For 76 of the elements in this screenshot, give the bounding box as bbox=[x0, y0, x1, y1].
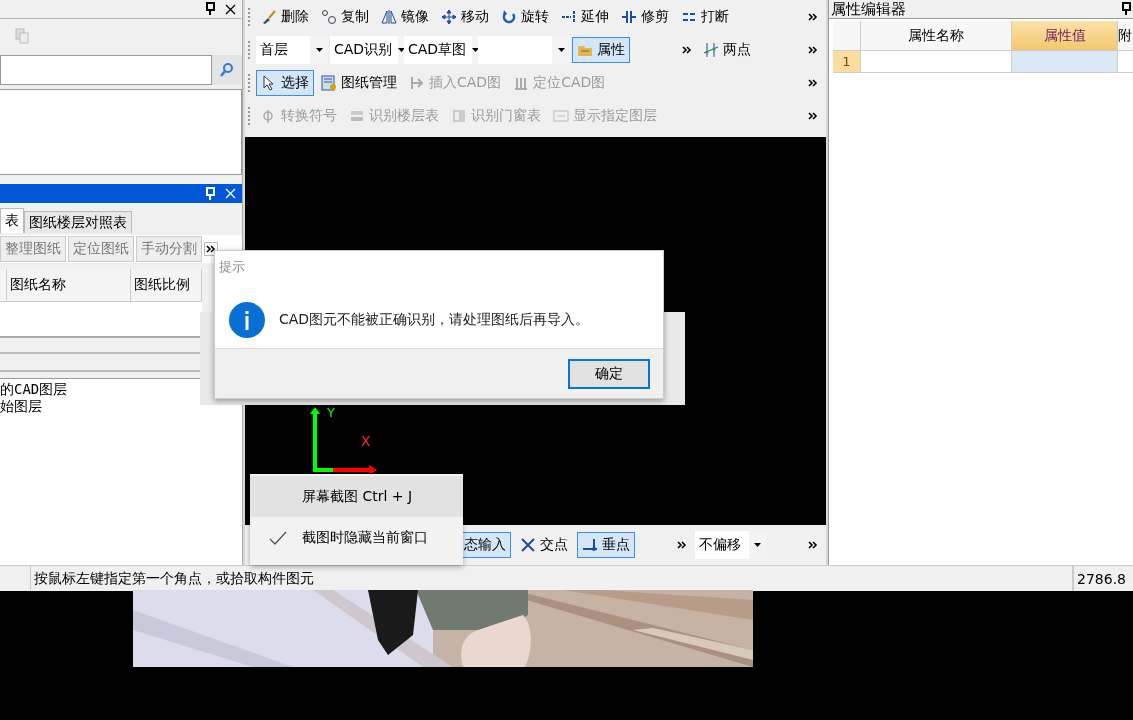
search-field[interactable] bbox=[0, 55, 212, 85]
insert-icon bbox=[409, 74, 425, 91]
dropdown[interactable]: CAD识别 bbox=[330, 35, 402, 64]
toolbar-button[interactable]: 垂点 bbox=[577, 532, 635, 559]
overflow-icon bbox=[808, 77, 818, 88]
layer-item[interactable]: 始图层 bbox=[0, 398, 242, 415]
toolbar-button[interactable]: 交点 bbox=[515, 532, 573, 559]
extend-icon bbox=[561, 8, 577, 25]
search-button[interactable] bbox=[212, 55, 242, 85]
toolbar-button[interactable]: 移动 bbox=[436, 3, 494, 30]
ok-button[interactable]: 确定 bbox=[568, 358, 650, 389]
toolbar-button[interactable]: 打断 bbox=[676, 3, 734, 30]
caret-icon bbox=[557, 47, 565, 52]
mirror-icon bbox=[381, 8, 397, 25]
sheet-manager-icon bbox=[321, 74, 337, 91]
toolbar-button[interactable]: 复制 bbox=[316, 3, 374, 30]
overflow-icon bbox=[206, 244, 216, 254]
layer-label-icon bbox=[553, 107, 569, 124]
perpendicular-icon bbox=[582, 537, 598, 554]
column-header[interactable]: 属性值 bbox=[1012, 21, 1118, 51]
dialog-message: CAD图元不能被正确识别，请处理图纸后再导入。 bbox=[279, 310, 590, 329]
brush-icon bbox=[261, 8, 277, 25]
dialog-title: 提示 bbox=[218, 258, 246, 276]
panel-title: 属性编辑器 bbox=[831, 0, 906, 19]
move-arrows-icon bbox=[441, 8, 457, 25]
rotate-icon bbox=[501, 8, 517, 25]
overflow-icon bbox=[808, 11, 818, 22]
row-number: 1 bbox=[833, 51, 861, 73]
axis-label: X bbox=[361, 432, 371, 449]
trim-icon bbox=[621, 8, 637, 25]
menu-item[interactable]: 屏幕截图 Ctrl + J bbox=[250, 476, 463, 517]
overflow-icon bbox=[682, 44, 692, 55]
info-icon bbox=[229, 301, 265, 338]
axis-label: Y bbox=[327, 404, 335, 420]
pin-icon bbox=[1119, 1, 1133, 17]
overflow-icon bbox=[676, 540, 687, 551]
column-header: 图纸比例 bbox=[131, 269, 202, 302]
intersection-icon bbox=[520, 537, 536, 554]
toolbar-button[interactable]: 属性 bbox=[572, 36, 630, 63]
toolbar-button[interactable]: 修剪 bbox=[616, 3, 674, 30]
overflow-icon bbox=[808, 44, 818, 55]
pin-icon bbox=[203, 1, 217, 17]
axis-drawing bbox=[309, 406, 377, 473]
caret-icon bbox=[472, 47, 480, 52]
column-header: 图纸名称 bbox=[7, 269, 132, 302]
toolbar-button[interactable]: 延伸 bbox=[556, 3, 614, 30]
toolbar-button[interactable]: 旋转 bbox=[496, 3, 554, 30]
column-header[interactable]: 属性名称 bbox=[861, 21, 1012, 51]
coordinates: 2786.8 bbox=[1073, 566, 1133, 591]
copy-icon bbox=[14, 28, 30, 44]
toolbar-button[interactable]: 整理图纸 bbox=[0, 236, 66, 262]
tab[interactable]: 表 bbox=[0, 208, 24, 233]
pin-icon bbox=[203, 185, 217, 202]
dropdown[interactable]: CAD草图 bbox=[404, 35, 476, 64]
overflow-icon bbox=[808, 540, 818, 551]
caret-icon bbox=[398, 47, 406, 52]
caret-icon bbox=[315, 47, 323, 52]
toolbar-button[interactable]: 定位图纸 bbox=[68, 236, 134, 262]
window-icon bbox=[451, 107, 467, 124]
two-point-icon bbox=[703, 41, 719, 58]
toolbar-button[interactable]: 两点 bbox=[698, 36, 756, 63]
tab[interactable]: 图纸楼层对照表 bbox=[24, 211, 132, 233]
caret-icon bbox=[754, 543, 761, 548]
toolbar-button[interactable]: 选择 bbox=[256, 69, 314, 96]
close-icon bbox=[223, 186, 238, 201]
search-icon bbox=[219, 62, 235, 78]
toolbar-button[interactable]: 删除 bbox=[256, 3, 314, 30]
toolbar-button[interactable]: 图纸管理 bbox=[316, 69, 402, 96]
column-header[interactable]: 附 bbox=[1118, 21, 1133, 51]
dropdown[interactable]: 不偏移 bbox=[694, 531, 767, 560]
column-header bbox=[833, 21, 861, 51]
overflow-icon bbox=[808, 110, 818, 121]
dropdown[interactable]: 首层 bbox=[256, 35, 328, 64]
check-icon bbox=[268, 529, 288, 546]
toolbar-button[interactable]: 镜像 bbox=[376, 3, 434, 30]
toolbar-button[interactable]: 手动分割 bbox=[136, 236, 202, 262]
